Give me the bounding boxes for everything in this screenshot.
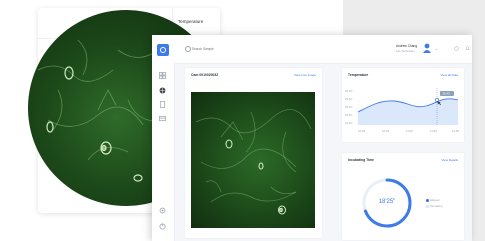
card-icon[interactable] — [159, 115, 166, 122]
camera-card-title: Cam 0010020032 — [191, 73, 219, 77]
temperature-chart: 26.0C 25.5C 25.0C 24.5C 24.0C 10:00 10:3… — [345, 88, 459, 133]
camera-image-texture — [195, 109, 312, 215]
y-label: 25.0C — [345, 105, 352, 109]
y-label: 24.5C — [345, 113, 352, 117]
top-bar: Andrew Chang Lab Technician ⌄ — [174, 35, 472, 64]
search-input[interactable] — [192, 45, 252, 53]
globe-icon[interactable] — [159, 87, 166, 94]
temperature-card: Temperature View all Data 26.0C 25.5C 25… — [342, 68, 464, 142]
avatar-icon[interactable] — [423, 43, 431, 53]
y-label: 26.0C — [345, 89, 352, 93]
settings-icon[interactable] — [159, 207, 166, 214]
user-name: Andrew Chang — [396, 44, 418, 48]
view-details-link[interactable]: View Details — [442, 158, 458, 162]
camera-card: Cam 0010020032 View Live Image — [185, 68, 322, 238]
logout-icon[interactable] — [159, 223, 166, 230]
sidebar — [152, 35, 175, 241]
gear-icon[interactable] — [454, 46, 459, 51]
incubating-time-card: Incubating Time View Details 18'25" Elap… — [342, 153, 464, 240]
x-label: 10:30 — [382, 129, 389, 133]
legend-remaining: Remaining — [426, 205, 443, 208]
legend-elapsed: Elapsed — [426, 199, 439, 202]
temperature-area — [358, 98, 458, 125]
tooltip-value: 25.4C — [443, 92, 450, 96]
incubating-time-value: 18'25" — [378, 199, 396, 205]
y-label: 24.0C — [345, 121, 352, 125]
incubating-time-title: Incubating Time — [348, 158, 374, 162]
chevron-down-icon[interactable]: ⌄ — [435, 46, 438, 51]
hover-point[interactable] — [435, 98, 439, 102]
view-live-image-link[interactable]: View Live Image — [294, 73, 316, 77]
dashboard-window: Andrew Chang Lab Technician ⌄ Cam 001002… — [152, 35, 472, 241]
bell-icon[interactable] — [465, 46, 470, 51]
y-label: 25.5C — [345, 97, 352, 101]
x-label: 11:00 — [406, 129, 413, 133]
grid-icon[interactable] — [159, 72, 166, 79]
x-label: 11:30 — [430, 129, 437, 133]
user-role: Lab Technician — [396, 49, 415, 53]
search-icon — [185, 46, 191, 52]
x-label: 10:00 — [358, 129, 365, 133]
x-label: 12:00 — [452, 129, 459, 133]
document-icon[interactable] — [159, 101, 166, 108]
logo-icon[interactable] — [157, 44, 169, 56]
camera-live-image[interactable] — [191, 92, 315, 228]
